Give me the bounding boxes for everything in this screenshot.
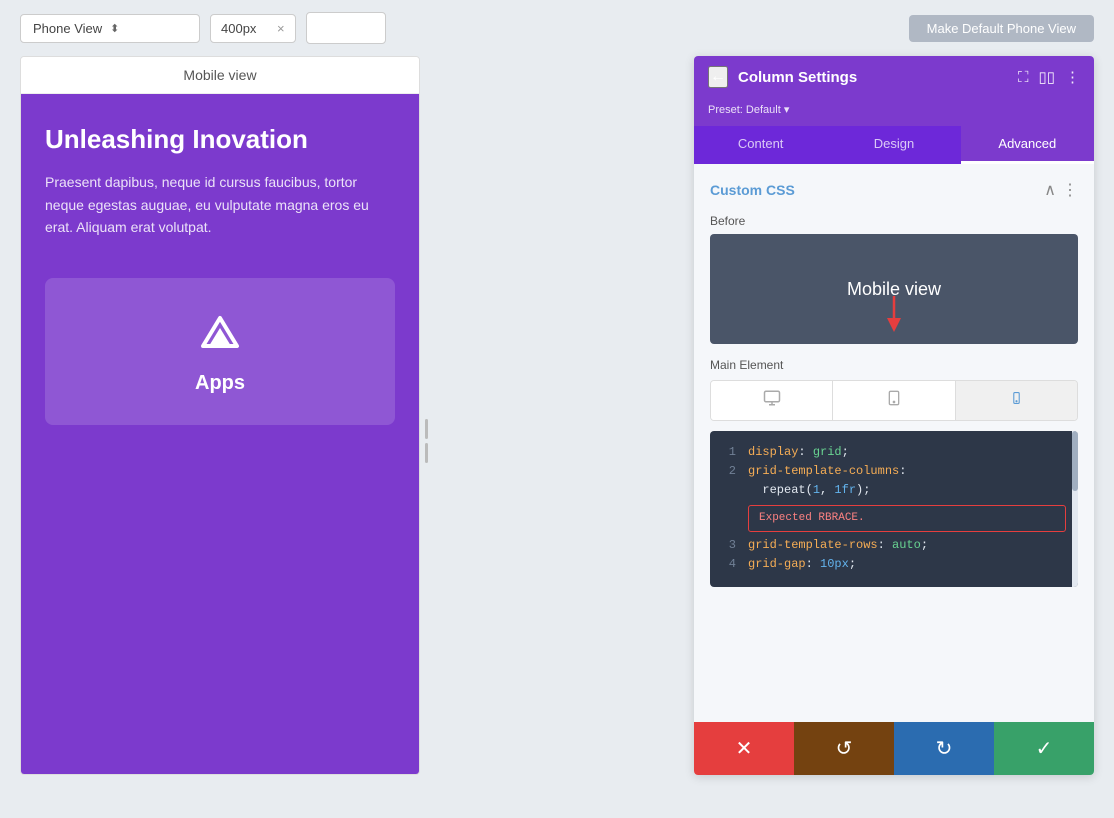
desktop-icon xyxy=(763,389,781,407)
settings-header-icons: ⛶ ▯▯ ⋮ xyxy=(1018,68,1080,86)
resize-dot-1 xyxy=(425,419,428,439)
desktop-device-button[interactable] xyxy=(711,381,833,420)
tab-content[interactable]: Content xyxy=(694,126,827,164)
width-clear-button[interactable]: × xyxy=(277,21,285,36)
app-icon xyxy=(195,308,245,358)
reset-button[interactable]: ↺ xyxy=(794,722,894,775)
action-bar: ✕ ↺ ↻ ✓ xyxy=(694,722,1094,775)
view-selector-arrows: ⬍ xyxy=(110,22,119,35)
resize-dots xyxy=(425,419,428,463)
top-toolbar: Phone View ⬍ × Make Default Phone View xyxy=(0,0,1114,56)
tab-design[interactable]: Design xyxy=(827,126,960,164)
preview-body-text: Praesent dapibus, neque id cursus faucib… xyxy=(45,171,395,238)
preview-app-label: Apps xyxy=(195,372,245,395)
tab-advanced[interactable]: Advanced xyxy=(961,126,1094,164)
resize-handle[interactable] xyxy=(422,106,430,775)
more-options-icon[interactable]: ⋮ xyxy=(1065,68,1080,86)
mobile-preview-header: Mobile view xyxy=(21,57,419,94)
tablet-icon xyxy=(886,389,902,407)
settings-panel: ← Column Settings ⛶ ▯▯ ⋮ Preset: Default… xyxy=(694,56,1094,775)
css-more-button[interactable]: ⋮ xyxy=(1062,180,1078,200)
width-input-wrapper: × xyxy=(210,14,296,43)
cancel-button[interactable]: ✕ xyxy=(694,722,794,775)
line-number-4: 4 xyxy=(722,555,736,574)
settings-back-button[interactable]: ← xyxy=(708,66,728,88)
tablet-device-button[interactable] xyxy=(833,381,955,420)
code-scrollbar-track[interactable] xyxy=(1072,431,1078,587)
code-scrollbar-thumb[interactable] xyxy=(1072,431,1078,491)
code-line-2: 2 grid-template-columns: xyxy=(722,462,1066,481)
mobile-icon xyxy=(1010,389,1023,407)
code-line-1: 1 display: grid; xyxy=(722,443,1066,462)
code-line-2b: repeat(1, 1fr); xyxy=(722,481,1066,500)
redo-button[interactable]: ↻ xyxy=(894,722,994,775)
resize-dot-2 xyxy=(425,443,428,463)
settings-preset[interactable]: Preset: Default ▾ xyxy=(694,98,1094,126)
preview-title: Unleashing Inovation xyxy=(45,124,395,155)
fullscreen-icon[interactable]: ⛶ xyxy=(1018,69,1029,86)
main-element-label: Main Element xyxy=(710,358,1078,372)
view-selector[interactable]: Phone View ⬍ xyxy=(20,14,200,43)
device-icons-row xyxy=(710,380,1078,421)
code-line-4: 4 grid-gap: 10px; xyxy=(722,555,1066,574)
line-number-1: 1 xyxy=(722,443,736,462)
settings-title: Column Settings xyxy=(738,69,1008,86)
settings-tabs: Content Design Advanced xyxy=(694,126,1094,164)
settings-header: ← Column Settings ⛶ ▯▯ ⋮ xyxy=(694,56,1094,98)
mobile-preview-title: Mobile view xyxy=(183,67,256,83)
line-number-2b xyxy=(722,481,736,500)
collapse-button[interactable]: ∧ xyxy=(1044,180,1056,200)
mobile-preview-panel: Mobile view Unleashing Inovation Praesen… xyxy=(20,56,420,775)
code-line-3: 3 grid-template-rows: auto; xyxy=(722,536,1066,555)
confirm-button[interactable]: ✓ xyxy=(994,722,1094,775)
columns-icon[interactable]: ▯▯ xyxy=(1038,68,1055,86)
line-number-2: 2 xyxy=(722,462,736,481)
view-selector-label: Phone View xyxy=(33,21,102,36)
css-before-box[interactable]: Mobile view xyxy=(710,234,1078,344)
css-section-controls: ∧ ⋮ xyxy=(1044,180,1078,200)
custom-css-title: Custom CSS xyxy=(710,182,795,198)
mobile-preview-content: Unleashing Inovation Praesent dapibus, n… xyxy=(21,94,419,774)
make-default-button[interactable]: Make Default Phone View xyxy=(909,15,1094,42)
width-input[interactable] xyxy=(221,21,271,36)
code-editor[interactable]: 1 display: grid; 2 grid-template-columns… xyxy=(710,431,1078,587)
main-area: Mobile view Unleashing Inovation Praesen… xyxy=(0,56,1114,775)
preview-app-section: Apps xyxy=(45,278,395,425)
line-number-3: 3 xyxy=(722,536,736,555)
height-input[interactable] xyxy=(306,12,386,44)
css-section-header: Custom CSS ∧ ⋮ xyxy=(710,180,1078,200)
settings-body: Custom CSS ∧ ⋮ Before Mobile view Main E… xyxy=(694,164,1094,743)
error-message: Expected RBRACE. xyxy=(748,505,1066,533)
mobile-device-button[interactable] xyxy=(956,381,1077,420)
red-down-arrow xyxy=(879,296,909,336)
before-label: Before xyxy=(710,214,1078,228)
